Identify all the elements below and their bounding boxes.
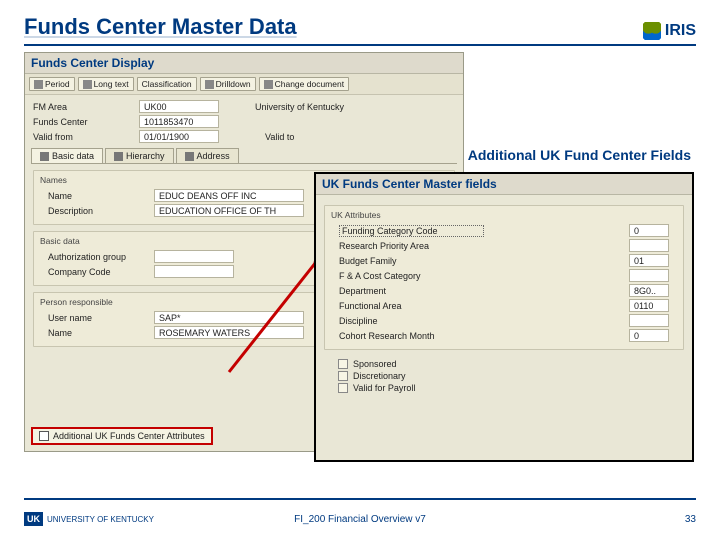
tab-hierarchy-icon <box>114 152 123 161</box>
additional-attributes-label: Additional UK Funds Center Attributes <box>53 431 205 441</box>
attr-label: F & A Cost Category <box>339 271 484 281</box>
attr-value[interactable] <box>629 314 669 327</box>
person-group-title: Person responsible <box>38 297 115 307</box>
footer-doc-title: FI_200 Financial Overview v7 <box>294 514 426 525</box>
username-label: User name <box>48 313 148 323</box>
toolbar-longtext-button[interactable]: Long text <box>78 77 134 91</box>
longtext-icon <box>83 80 92 89</box>
discretionary-label: Discretionary <box>353 371 406 381</box>
changedoc-icon <box>264 80 273 89</box>
uk-logo: UK UNIVERSITY OF KENTUCKY <box>24 512 154 526</box>
toolbar-period-button[interactable]: Period <box>29 77 75 91</box>
basic-data-group-title: Basic data <box>38 236 82 246</box>
auth-group-label: Authorization group <box>48 252 148 262</box>
person-name-value: ROSEMARY WATERS <box>154 326 304 339</box>
valid-from-value: 01/01/1900 <box>139 130 219 143</box>
uk-attributes-title: UK Attributes <box>329 210 383 220</box>
attr-value[interactable]: 0 <box>629 329 669 342</box>
page-number: 33 <box>685 514 696 525</box>
uk-badge-icon: UK <box>24 512 43 526</box>
attr-label: Discipline <box>339 316 484 326</box>
tab-address[interactable]: Address <box>176 148 239 163</box>
additional-attributes-button[interactable]: Additional UK Funds Center Attributes <box>31 427 213 445</box>
sponsored-checkbox[interactable] <box>338 359 348 369</box>
uk-master-fields-window: UK Funds Center Master fields UK Attribu… <box>314 172 694 462</box>
payroll-label: Valid for Payroll <box>353 383 415 393</box>
company-code-label: Company Code <box>48 267 148 277</box>
valid-from-label: Valid from <box>33 132 133 142</box>
attr-label: Research Priority Area <box>339 241 484 251</box>
toolbar-classification-button[interactable]: Classification <box>137 77 197 91</box>
funds-center-label: Funds Center <box>33 117 133 127</box>
fm-area-label: FM Area <box>33 102 133 112</box>
toolbar-changedoc-button[interactable]: Change document <box>259 77 349 91</box>
attr-value[interactable] <box>629 269 669 282</box>
iris-logo-text: IRIS <box>665 22 696 40</box>
window-title: UK Funds Center Master fields <box>316 174 692 195</box>
tab-address-icon <box>185 152 194 161</box>
window-title: Funds Center Display <box>25 53 463 74</box>
attr-value[interactable]: 01 <box>629 254 669 267</box>
payroll-checkbox[interactable] <box>338 383 348 393</box>
attr-value[interactable] <box>629 239 669 252</box>
callout-text: Additional UK Fund Center Fields <box>468 147 691 163</box>
iris-logo: IRIS <box>643 22 696 40</box>
toolbar: Period Long text Classification Drilldow… <box>25 74 463 95</box>
username-value: SAP* <box>154 311 304 324</box>
company-code-value <box>154 265 234 278</box>
footer-divider <box>24 498 696 500</box>
funds-center-value: 1011853470 <box>139 115 219 128</box>
slide-title: Funds Center Master Data <box>24 14 297 40</box>
attr-value[interactable]: 0110 <box>629 299 669 312</box>
valid-to-label: Valid to <box>265 132 294 142</box>
iris-flower-icon <box>643 22 661 40</box>
description-label: Description <box>48 206 148 216</box>
attr-label: Department <box>339 286 484 296</box>
name-value: EDUC DEANS OFF INC <box>154 189 304 202</box>
tab-hierarchy[interactable]: Hierarchy <box>105 148 174 163</box>
tab-basic-icon <box>40 152 49 161</box>
description-value: EDUCATION OFFICE OF TH <box>154 204 304 217</box>
attr-value[interactable]: 0 <box>629 224 669 237</box>
tabstrip: Basic data Hierarchy Address <box>31 148 457 164</box>
tab-basic-data[interactable]: Basic data <box>31 148 103 163</box>
period-icon <box>34 80 43 89</box>
name-label: Name <box>48 191 148 201</box>
uk-org-name: UNIVERSITY OF KENTUCKY <box>47 515 154 524</box>
attr-value[interactable]: 8G0.. <box>629 284 669 297</box>
fm-area-value: UK00 <box>139 100 219 113</box>
auth-group-value <box>154 250 234 263</box>
document-icon <box>39 431 49 441</box>
attr-label: Functional Area <box>339 301 484 311</box>
uk-attributes-group: UK Attributes Funding Category Code 0 Re… <box>324 205 684 350</box>
sponsored-label: Sponsored <box>353 359 397 369</box>
attr-label: Budget Family <box>339 256 484 266</box>
toolbar-drilldown-button[interactable]: Drilldown <box>200 77 256 91</box>
fm-area-desc: University of Kentucky <box>255 102 344 112</box>
names-group-title: Names <box>38 175 69 185</box>
attr-label: Funding Category Code <box>339 225 484 237</box>
attr-label: Cohort Research Month <box>339 331 484 341</box>
drilldown-icon <box>205 80 214 89</box>
discretionary-checkbox[interactable] <box>338 371 348 381</box>
person-name-label: Name <box>48 328 148 338</box>
